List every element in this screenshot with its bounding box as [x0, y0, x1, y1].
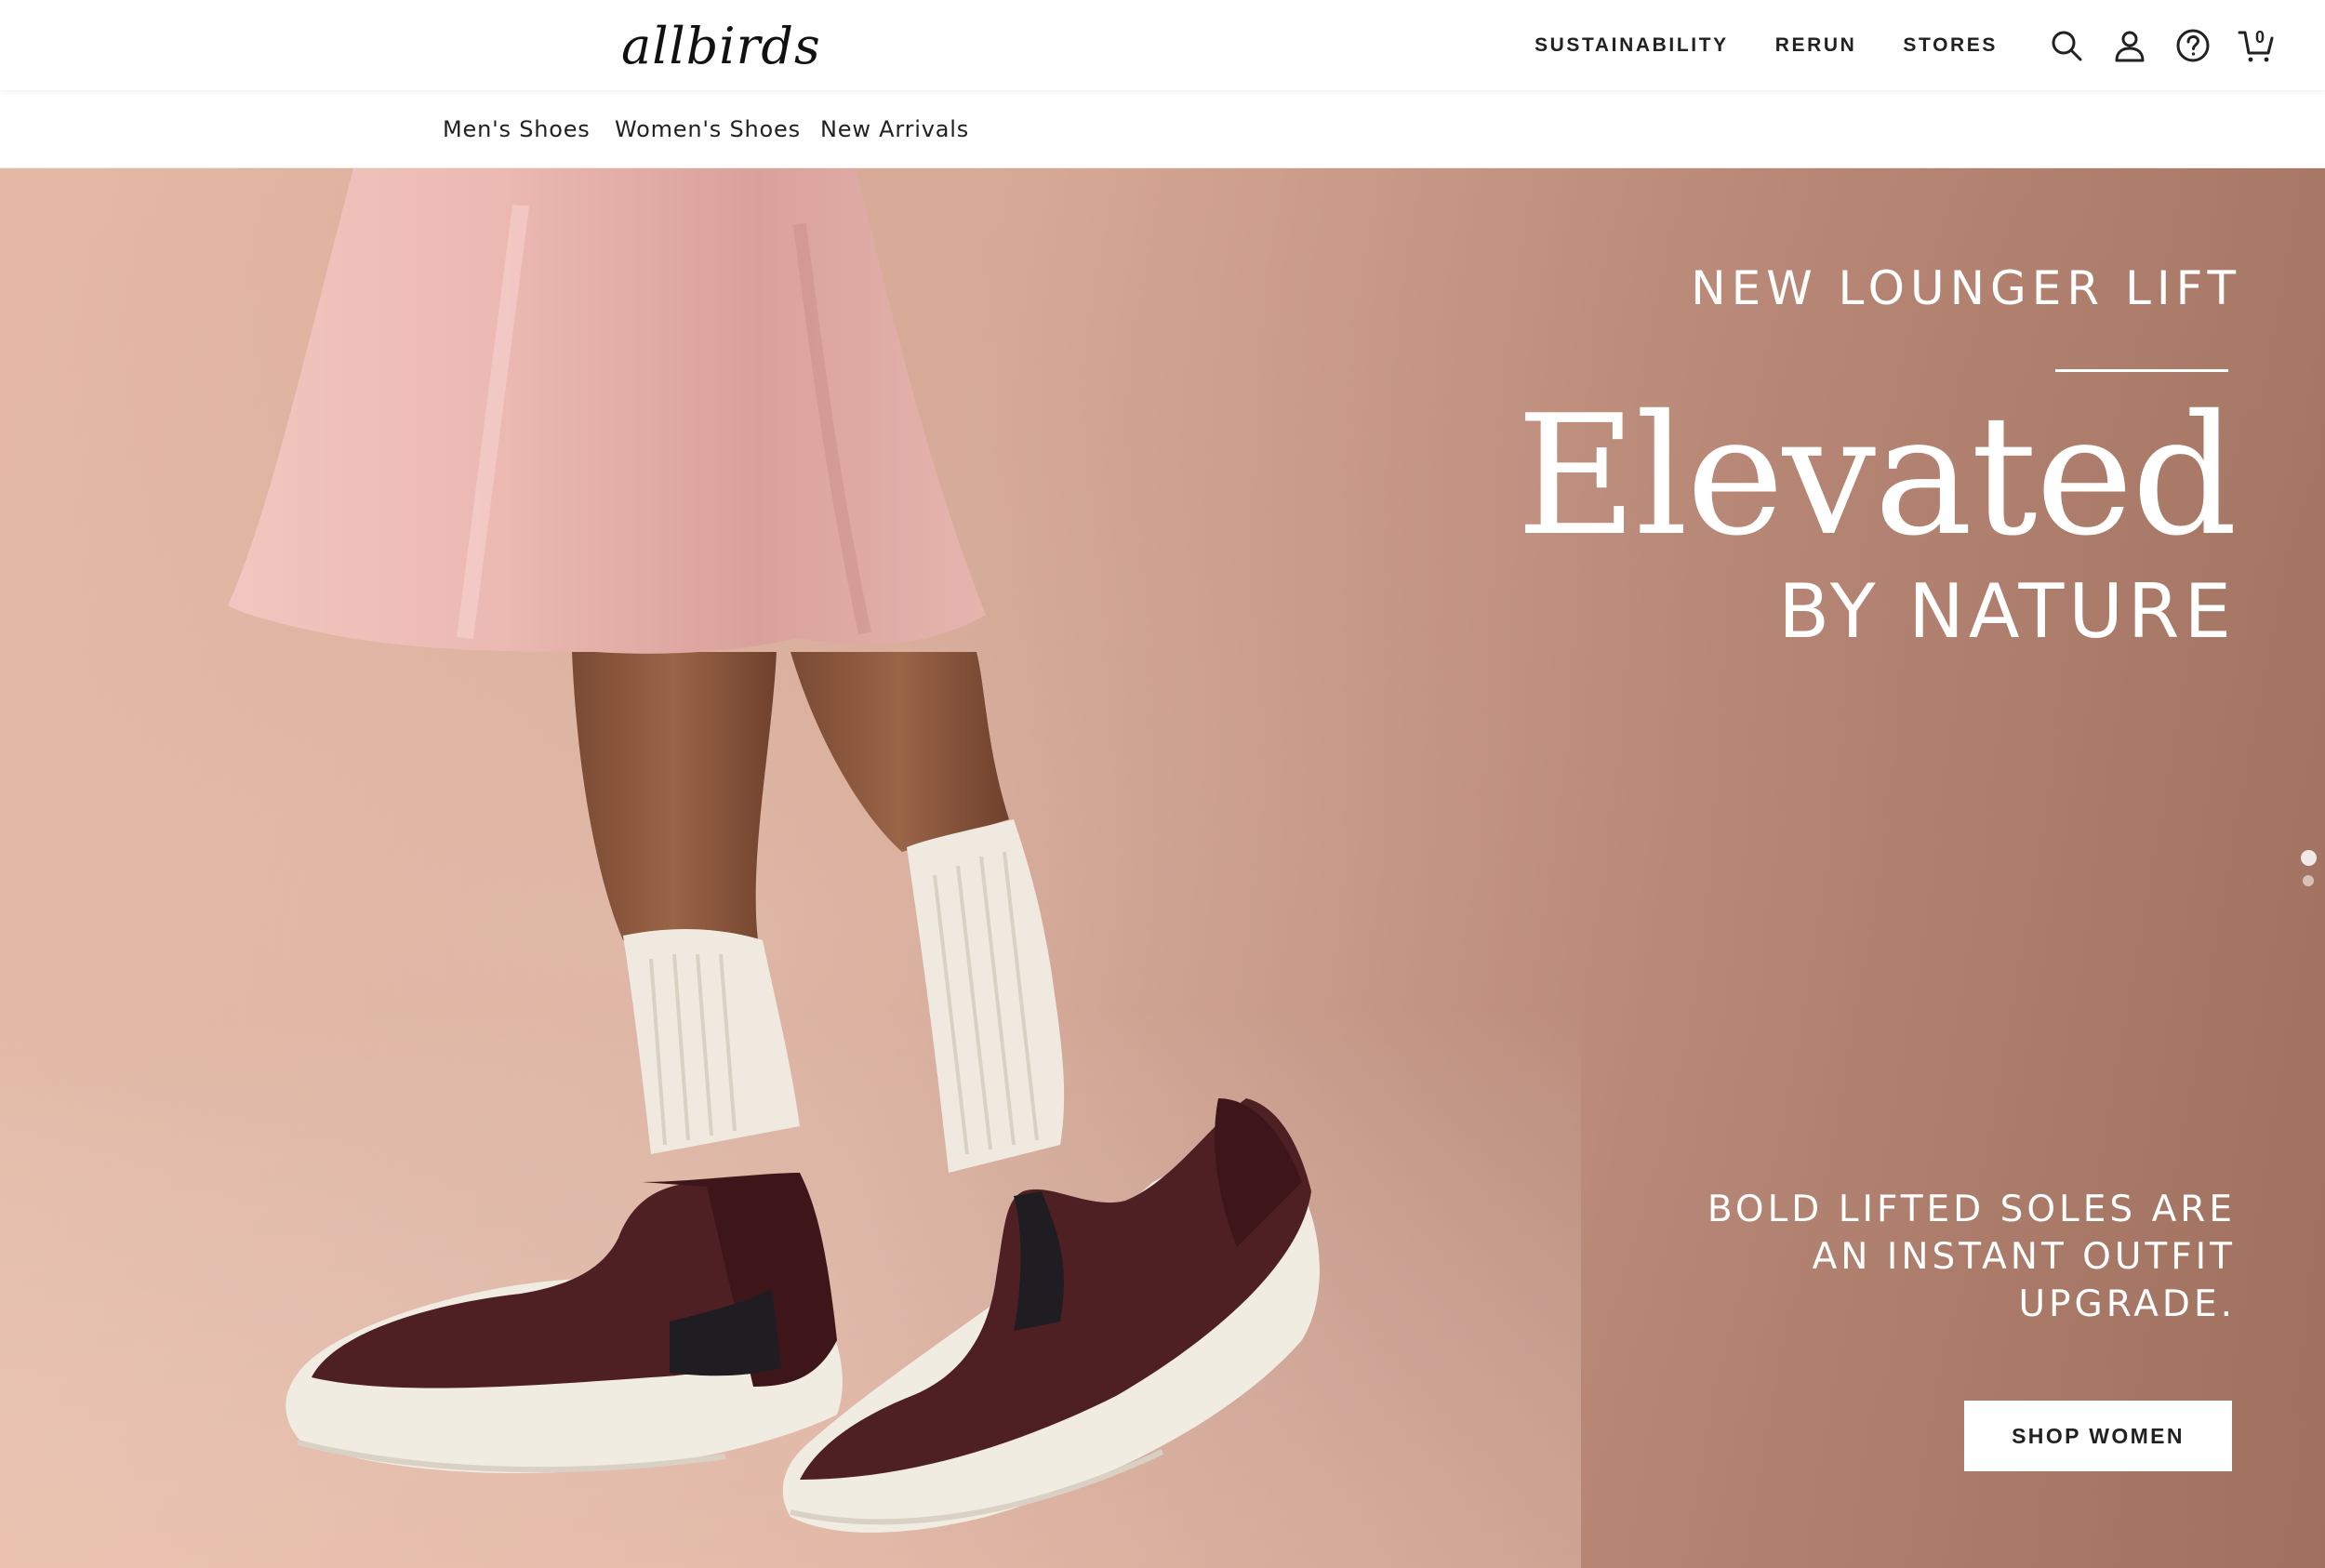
shop-women-button[interactable]: SHOP WOMEN: [1964, 1401, 2232, 1471]
subnav-womens-shoes[interactable]: Women's Shoes: [615, 116, 801, 142]
carousel-dot-2[interactable]: [2303, 875, 2314, 886]
hero-title: Elevated: [1516, 379, 2238, 572]
header-icons: 0: [2024, 25, 2277, 66]
hero-banner: NEW LOUNGER LIFT Elevated BY NATURE BOLD…: [0, 168, 2325, 1568]
nav-rerun[interactable]: RERUN: [1775, 34, 1857, 57]
top-nav: SUSTAINABILITY RERUN STORES 0: [1534, 0, 2325, 90]
cart-count-badge: 0: [2254, 27, 2265, 47]
hero-image: [0, 168, 2325, 1568]
hero-divider: [2055, 369, 2228, 372]
hero-subtitle: BY NATURE: [1778, 568, 2236, 655]
top-header: allbirds SUSTAINABILITY RERUN STORES 0: [0, 0, 2325, 90]
hero-body-text: BOLD LIFTED SOLES ARE AN INSTANT OUTFIT …: [1707, 1189, 2236, 1325]
allbirds-logo[interactable]: allbirds: [621, 13, 821, 78]
nav-stores[interactable]: STORES: [1903, 34, 1998, 57]
subnav-new-arrivals[interactable]: New Arrivals: [820, 116, 969, 142]
account-icon[interactable]: [2109, 25, 2150, 66]
nav-sustainability[interactable]: SUSTAINABILITY: [1534, 34, 1729, 57]
search-icon[interactable]: [2046, 25, 2087, 66]
cart-icon[interactable]: 0: [2236, 25, 2277, 66]
subnav-mens-shoes[interactable]: Men's Shoes: [443, 116, 591, 142]
carousel-dots: [2299, 850, 2318, 896]
hero-eyebrow: NEW LOUNGER LIFT: [1691, 261, 2241, 315]
carousel-dot-1[interactable]: [2300, 850, 2317, 866]
help-icon[interactable]: [2172, 25, 2213, 66]
category-subnav: Men's Shoes Women's Shoes New Arrivals: [0, 90, 2325, 168]
